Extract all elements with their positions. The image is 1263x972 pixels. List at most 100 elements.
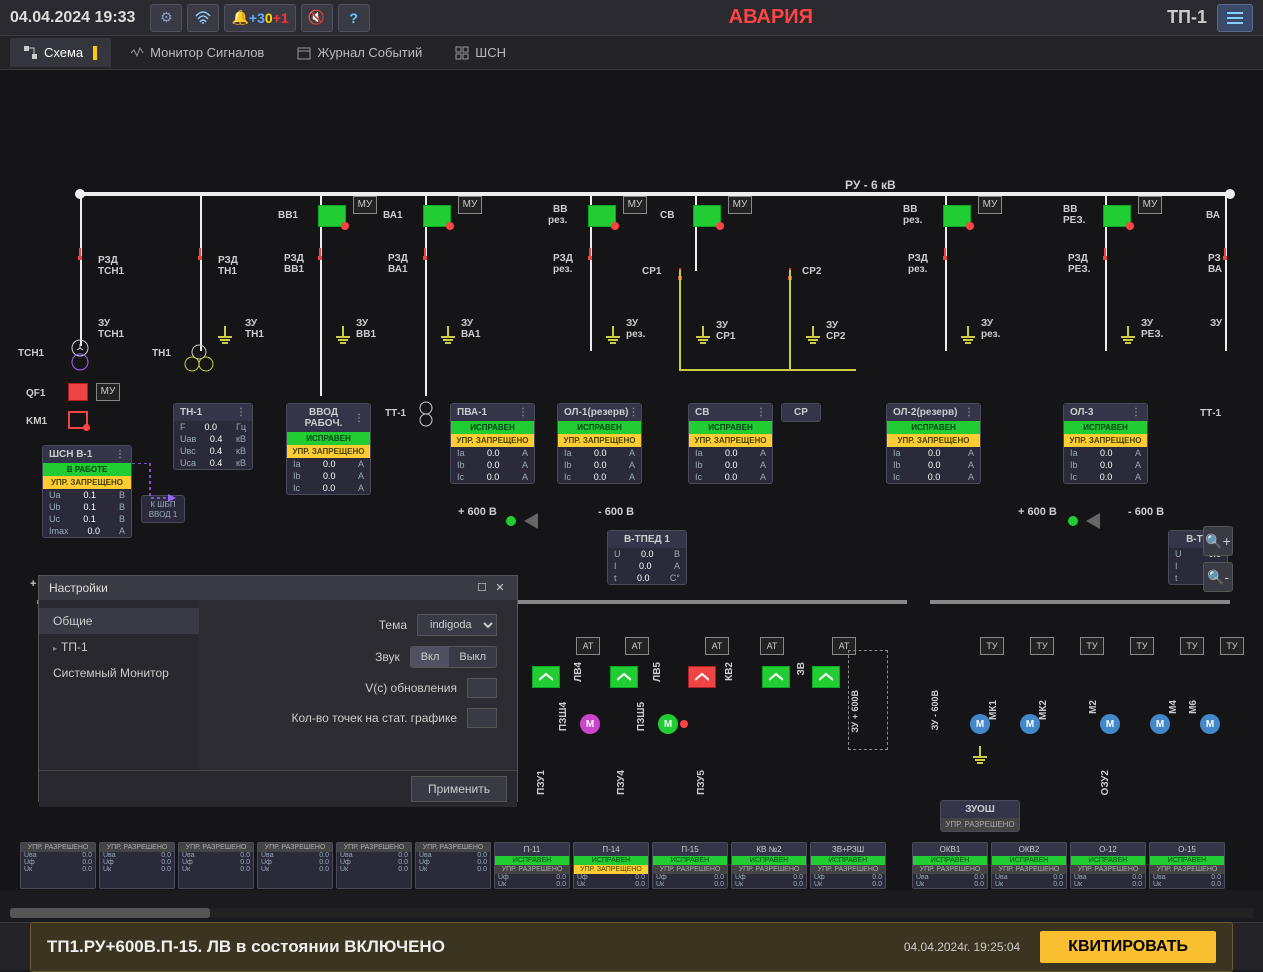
dialog-maximize-button[interactable]: ☐	[475, 581, 489, 595]
zoom-in-button[interactable]: 🔍+	[1203, 526, 1233, 556]
tab-shsn[interactable]: ШСН	[441, 38, 520, 67]
bcard-okv1[interactable]: ОКВ1ИСПРАВЕНУПР. РАЗРЕШЕНОUва0.0Uк0.0	[912, 842, 988, 889]
theme-select[interactable]: indigodark	[417, 614, 497, 636]
brk-lv5[interactable]	[688, 666, 716, 688]
ty-1[interactable]: ТУ	[980, 637, 1004, 655]
card-vtped[interactable]: В-ТПЕД 1 U0.0В I0.0A t0.0С°	[607, 530, 687, 585]
bcard-p14[interactable]: П-14ИСПРАВЕНУПР. ЗАПРЕЩЕНОUф0.0Uк0.0	[573, 842, 649, 889]
bcard[interactable]: УПР. РАЗРЕШЕНОUва0.0Uф0.0Uк0.0	[178, 842, 254, 889]
tab-signals[interactable]: Монитор Сигналов	[116, 38, 278, 67]
acknowledge-button[interactable]: КВИТИРОВАТЬ	[1040, 931, 1216, 963]
dialog-close-button[interactable]: ✕	[493, 581, 507, 595]
bcard[interactable]: УПР. РАЗРЕШЕНОUва0.0Uф0.0Uк0.0	[99, 842, 175, 889]
at-1[interactable]: АТ	[576, 637, 600, 655]
card-zosh[interactable]: ЗУОШ УПР. РАЗРЕШЕНО	[940, 800, 1020, 832]
card-menu-icon[interactable]: ⋮	[236, 407, 246, 418]
bcard-o15[interactable]: О-15ИСПРАВЕНУПР. РАЗРЕШЕНОUва0.0Uк0.0	[1149, 842, 1225, 889]
ty-4[interactable]: ТУ	[1130, 637, 1154, 655]
wifi-icon-btn[interactable]	[187, 4, 219, 32]
sound-off-button[interactable]: Выкл	[449, 647, 496, 667]
m-m6[interactable]: M	[1200, 714, 1220, 734]
breaker-vv-rez3[interactable]	[1103, 205, 1131, 227]
vs-label: V(c) обновления	[365, 681, 457, 695]
bcard[interactable]: УПР. РАЗРЕШЕНОUва0.0Uф0.0Uк0.0	[257, 842, 333, 889]
bcard[interactable]: УПР. РАЗРЕШЕНОUва0.0Uф0.0Uк0.0	[336, 842, 412, 889]
mu-vv-rez2[interactable]: МУ	[978, 196, 1002, 214]
m-mk2[interactable]: M	[1020, 714, 1040, 734]
card-menu-icon[interactable]: ⋮	[756, 407, 766, 418]
brk-gen1[interactable]	[532, 666, 560, 688]
card-menu-icon[interactable]: ⋮	[1131, 407, 1141, 418]
card-menu-icon[interactable]: ⋮	[964, 407, 974, 418]
nav-item-sysmon[interactable]: Системный Монитор	[39, 660, 199, 686]
nav-item-tp1[interactable]: ТП-1	[39, 634, 199, 660]
settings-icon-btn[interactable]: ⚙	[150, 4, 182, 32]
zoom-out-button[interactable]: 🔍-	[1203, 562, 1233, 592]
card-ol2[interactable]: ОЛ-2(резерв)⋮ ИСПРАВЕН УПР. ЗАПРЕЩЕНО Ia…	[886, 403, 981, 484]
card-menu-icon[interactable]: ⋮	[115, 449, 125, 460]
bcard[interactable]: УПР. РАЗРЕШЕНОUва0.0Uф0.0Uк0.0	[20, 842, 96, 889]
m-psh4[interactable]: M	[580, 714, 600, 734]
card-menu-icon[interactable]: ⋮	[518, 407, 528, 418]
alarm-bell-btn[interactable]: 🔔 +3 0 +1	[224, 4, 295, 32]
brk-zv[interactable]	[812, 666, 840, 688]
at-2[interactable]: АТ	[625, 637, 649, 655]
nav-item-general[interactable]: Общие	[39, 608, 199, 634]
card-vvod[interactable]: ВВОД РАБОЧ.⋮ ИСПРАВЕН УПР. ЗАПРЕЩЕНО Ia0…	[286, 403, 371, 495]
breaker-vv1[interactable]	[318, 205, 346, 227]
brk-kv2[interactable]	[762, 666, 790, 688]
card-shsn-v1[interactable]: ШСН В-1⋮ В РАБОТЕ УПР. ЗАПРЕЩЕНО Ua0.1В …	[42, 445, 132, 538]
ty-2[interactable]: ТУ	[1030, 637, 1054, 655]
mu-vv-rez3[interactable]: МУ	[1138, 196, 1162, 214]
bcard-p11[interactable]: П-11ИСПРАВЕНУПР. РАЗРЕШЕНОUф0.0Uк0.0	[494, 842, 570, 889]
m-psh5[interactable]: M	[658, 714, 678, 734]
brk-lv4[interactable]	[610, 666, 638, 688]
hamburger-menu-btn[interactable]	[1217, 4, 1253, 32]
card-menu-icon[interactable]: ⋮	[354, 413, 364, 424]
breaker-km1[interactable]	[68, 411, 88, 429]
card-pva1[interactable]: ПВА-1⋮ ИСПРАВЕН УПР. ЗАПРЕЩЕНО Ia0.0A Ib…	[450, 403, 535, 484]
bcard-o12[interactable]: О-12ИСПРАВЕНУПР. РАЗРЕШЕНОUва0.0Uк0.0	[1070, 842, 1146, 889]
apply-button[interactable]: Применить	[411, 776, 507, 802]
m-m2[interactable]: M	[1100, 714, 1120, 734]
ty-3[interactable]: ТУ	[1080, 637, 1104, 655]
vs-input[interactable]	[467, 678, 497, 698]
points-input[interactable]	[467, 708, 497, 728]
card-ol3[interactable]: ОЛ-3⋮ ИСПРАВЕН УПР. ЗАПРЕЩЕНО Ia0.0A Ib0…	[1063, 403, 1148, 484]
horizontal-scrollbar[interactable]	[10, 908, 1253, 918]
m-mk1[interactable]: M	[970, 714, 990, 734]
mu-sv[interactable]: МУ	[728, 196, 752, 214]
mu-vv1[interactable]: МУ	[353, 196, 377, 214]
tab-events[interactable]: Журнал Событий	[283, 38, 436, 67]
breaker-va1[interactable]	[423, 205, 451, 227]
bcard-okv2[interactable]: ОКВ2ИСПРАВЕНУПР. РАЗРЕШЕНОUва0.0Uк0.0	[991, 842, 1067, 889]
ty-6[interactable]: ТУ	[1220, 637, 1244, 655]
card-cp[interactable]: СР	[781, 403, 821, 422]
sound-on-button[interactable]: Вкл	[411, 647, 450, 667]
at-4[interactable]: АТ	[760, 637, 784, 655]
card-ol1[interactable]: ОЛ-1(резерв)⋮ ИСПРАВЕН УПР. ЗАПРЕЩЕНО Ia…	[557, 403, 642, 484]
breaker-vv-rez2[interactable]	[943, 205, 971, 227]
help-icon-btn[interactable]: ?	[338, 4, 370, 32]
status-text: ТП1.РУ+600В.П-15. ЛВ в состоянии ВКЛЮЧЕН…	[47, 937, 884, 957]
ty-5[interactable]: ТУ	[1180, 637, 1204, 655]
card-sv[interactable]: СВ⋮ ИСПРАВЕН УПР. ЗАПРЕЩЕНО Ia0.0A Ib0.0…	[688, 403, 773, 484]
bcard-p15[interactable]: П-15ИСПРАВЕНУПР. РАЗРЕШЕНОUф0.0Uк0.0	[652, 842, 728, 889]
m-m4[interactable]: M	[1150, 714, 1170, 734]
mute-icon-btn[interactable]: 🔇	[301, 4, 333, 32]
card-tn1[interactable]: ТН-1⋮ F0.0Гц Uав0.4кВ Uвс0.4кВ Uса0.4кВ	[173, 403, 253, 470]
bcard-kv2[interactable]: КВ №2ИСПРАВЕНУПР. РАЗРЕШЕНОUф0.0Uк0.0	[731, 842, 807, 889]
mu-qf1[interactable]: МУ	[96, 383, 120, 401]
dialog-titlebar[interactable]: Настройки ☐ ✕	[39, 576, 517, 600]
tab-schema[interactable]: Схема	[10, 38, 111, 67]
at-3[interactable]: АТ	[705, 637, 729, 655]
bcard[interactable]: УПР. РАЗРЕШЕНОUва0.0Uф0.0Uк0.0	[415, 842, 491, 889]
breaker-qf1[interactable]	[68, 383, 88, 401]
scrollbar-thumb[interactable]	[10, 908, 210, 918]
mu-vv-rez[interactable]: МУ	[623, 196, 647, 214]
breaker-sv[interactable]	[693, 205, 721, 227]
mu-va1[interactable]: МУ	[458, 196, 482, 214]
breaker-vv-rez[interactable]	[588, 205, 616, 227]
bcard-zv[interactable]: ЗВ+РЗШИСПРАВЕНУПР. РАЗРЕШЕНОUф0.0Uк0.0	[810, 842, 886, 889]
card-menu-icon[interactable]: ⋮	[628, 407, 638, 418]
